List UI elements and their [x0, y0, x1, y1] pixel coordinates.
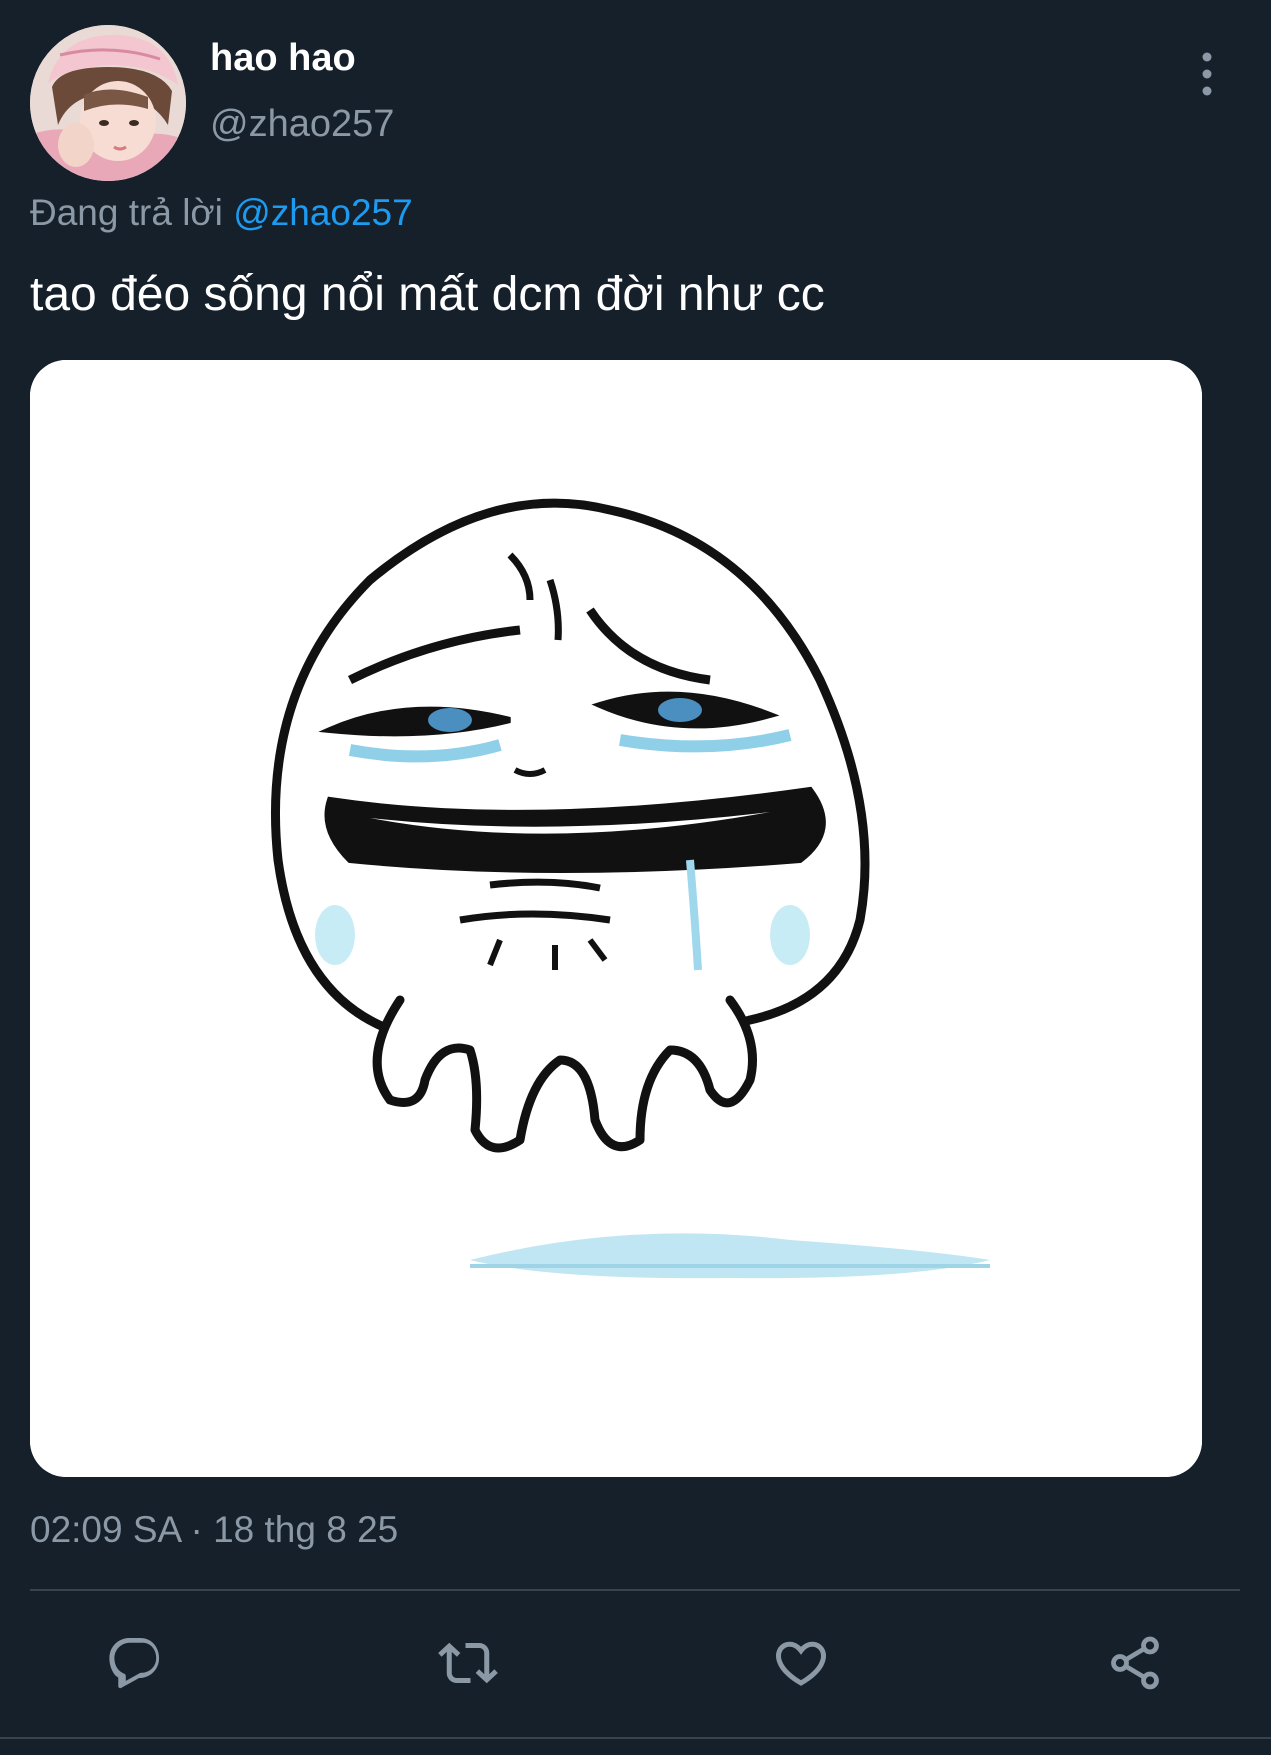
- reply-mention-link[interactable]: @zhao257: [233, 192, 413, 233]
- tweet-text: tao đéo sống nổi mất dcm đời như cc: [30, 268, 825, 321]
- like-icon: [775, 1641, 827, 1686]
- share-button[interactable]: [1100, 1628, 1170, 1698]
- avatar[interactable]: [30, 25, 186, 181]
- share-icon: [1111, 1636, 1159, 1690]
- tweet-media-image[interactable]: [30, 360, 1202, 1477]
- more-vertical-icon[interactable]: [1190, 48, 1224, 102]
- replying-to-label: Đang trả lời: [30, 192, 234, 233]
- user-handle[interactable]: @zhao257: [210, 102, 394, 146]
- tweet-detail: hao hao @zhao257 Đang trả lời @zhao257 t…: [0, 0, 1271, 1755]
- tweet-timestamp[interactable]: 02:09 SA · 18 thg 8 25: [30, 1508, 398, 1552]
- like-button[interactable]: [766, 1628, 836, 1698]
- reply-button[interactable]: [100, 1628, 170, 1698]
- divider: [0, 1737, 1271, 1739]
- retweet-icon: [438, 1642, 498, 1684]
- display-name[interactable]: hao hao: [210, 36, 356, 80]
- replying-to-line: Đang trả lời @zhao257: [30, 190, 413, 236]
- divider: [30, 1589, 1240, 1591]
- retweet-button[interactable]: [433, 1628, 503, 1698]
- tweet-action-bar: [0, 1628, 1271, 1698]
- reply-icon: [109, 1638, 160, 1689]
